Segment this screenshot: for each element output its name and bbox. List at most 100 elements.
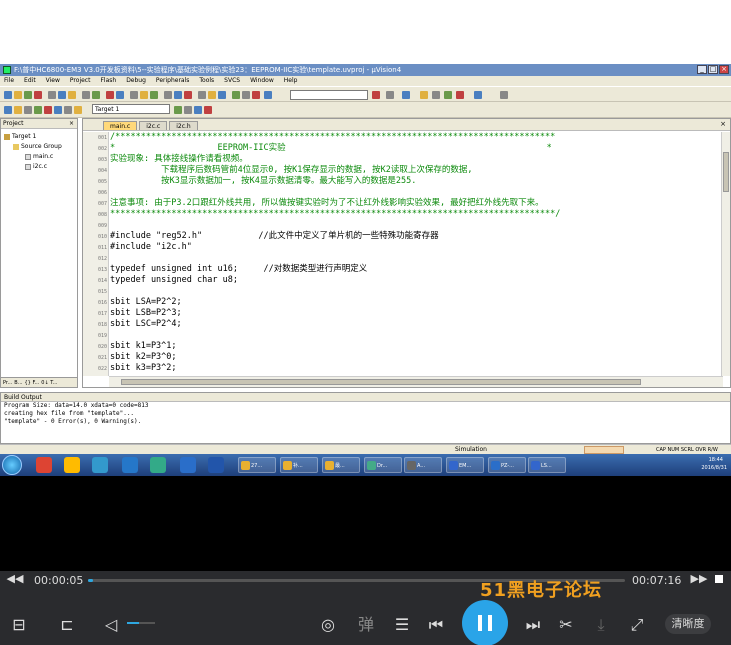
build-toolbar-icon[interactable] (204, 106, 212, 114)
settings-sliders-icon[interactable]: ☰ (391, 614, 413, 636)
toolbox-icon[interactable]: ⊟ (8, 614, 30, 636)
toolbar-icon[interactable] (68, 91, 76, 99)
rewind-icon[interactable]: ◀◀ (4, 568, 26, 590)
tree-file-i2c[interactable]: i2c.c (25, 163, 47, 171)
menu-item[interactable]: Flash (100, 76, 116, 86)
code-line[interactable]: 实验现象: 具体接线操作请看视频。 (110, 154, 248, 165)
build-toolbar-icon[interactable] (14, 106, 22, 114)
build-toolbar-icon[interactable] (74, 106, 82, 114)
toolbar-icon[interactable] (82, 91, 90, 99)
menu-item[interactable]: File (4, 76, 14, 86)
taskbar-window-button[interactable]: A... (404, 457, 442, 473)
quality-button[interactable]: 清晰度 (665, 614, 711, 634)
menu-item[interactable]: SVCS (224, 76, 240, 86)
toolbar-icon[interactable] (92, 91, 100, 99)
code-line[interactable]: sbit k3=P3^2; (110, 363, 177, 374)
start-button[interactable] (2, 455, 22, 475)
build-toolbar-icon[interactable] (54, 106, 62, 114)
taskbar-window-button[interactable]: PZ-... (488, 457, 526, 473)
tab-templates[interactable]: 0↓ T... (41, 378, 57, 387)
volume-icon[interactable]: ◁ (100, 614, 122, 636)
menu-item[interactable]: Debug (126, 76, 146, 86)
fullscreen-icon[interactable]: ⤢ (626, 614, 648, 636)
taskbar-window-button[interactable]: 最... (322, 457, 360, 473)
tab-i2c-h[interactable]: i2c.h (169, 121, 198, 130)
scroll-thumb[interactable] (121, 379, 641, 385)
pinned-app-icon[interactable] (92, 457, 108, 473)
code-line[interactable]: sbit LSC=P2^4; (110, 319, 182, 330)
menu-item[interactable]: View (46, 76, 60, 86)
toolbar-icon[interactable] (232, 91, 240, 99)
maximize-button[interactable]: □ (708, 65, 718, 74)
toolbar-icon[interactable] (500, 91, 508, 99)
vertical-scrollbar[interactable] (721, 132, 730, 376)
toolbar-icon[interactable] (198, 91, 206, 99)
scroll-thumb[interactable] (723, 152, 729, 192)
find-combobox[interactable] (290, 90, 368, 100)
build-toolbar-icon[interactable] (184, 106, 192, 114)
code-line[interactable]: sbit k1=P3^1; (110, 341, 177, 352)
menu-item[interactable]: Edit (24, 76, 36, 86)
build-toolbar-icon[interactable] (174, 106, 182, 114)
tab-i2c-c[interactable]: i2c.c (139, 121, 168, 130)
toolbar-icon[interactable] (130, 91, 138, 99)
code-line[interactable]: sbit LSA=P2^2; (110, 297, 182, 308)
toolbar-icon[interactable] (14, 91, 22, 99)
taskbar-window-button[interactable]: 补... (280, 457, 318, 473)
toolbar-icon[interactable] (218, 91, 226, 99)
code-line[interactable]: sbit LSB=P2^3; (110, 308, 182, 319)
tab-functions[interactable]: {} F... (25, 378, 40, 387)
ime-indicator[interactable] (584, 446, 624, 454)
toolbar-icon[interactable] (208, 91, 216, 99)
tab-books[interactable]: B... (14, 378, 22, 387)
close-button[interactable]: × (719, 65, 729, 74)
menu-item[interactable]: Project (70, 76, 91, 86)
code-line[interactable]: typedef unsigned int u16; //对数据类型进行声明定义 (110, 264, 367, 275)
download-icon[interactable]: ⤓ (590, 614, 612, 636)
toolbar-icon[interactable] (420, 91, 428, 99)
danmaku-button[interactable]: 弹 (355, 614, 377, 636)
close-icon[interactable]: × (720, 120, 726, 128)
toolbar-icon[interactable] (444, 91, 452, 99)
code-line[interactable]: #include "reg52.h" //此文件中定义了单片机的一些特殊功能寄存… (110, 231, 439, 242)
code-line[interactable]: 下载程序后数码管前4位显示0, 按K1保存显示的数据, 按K2读取上次保存的数据… (110, 165, 472, 176)
pause-button[interactable] (462, 600, 508, 645)
toolbar-icon[interactable] (4, 91, 12, 99)
toolbar-icon[interactable] (116, 91, 124, 99)
code-line[interactable]: 按K3显示数据加一, 按K4显示数据清零。最大能写入的数据是255. (110, 176, 416, 187)
build-toolbar-icon[interactable] (34, 106, 42, 114)
toolbar-icon[interactable] (242, 91, 250, 99)
tree-file-main[interactable]: main.c (25, 153, 53, 161)
close-icon[interactable]: × (69, 119, 74, 129)
menu-item[interactable]: Tools (199, 76, 214, 86)
volume-slider[interactable] (127, 622, 155, 624)
pinned-app-icon[interactable] (36, 457, 52, 473)
toolbar-icon[interactable] (106, 91, 114, 99)
toolbar-icon[interactable] (432, 91, 440, 99)
toolbar-icon[interactable] (386, 91, 394, 99)
code-line[interactable]: sbit k2=P3^0; (110, 352, 177, 363)
toolbar-icon[interactable] (174, 91, 182, 99)
pinned-app-icon[interactable] (122, 457, 138, 473)
code-area[interactable]: /***************************************… (110, 132, 722, 376)
previous-icon[interactable]: ⏮ (425, 614, 447, 636)
toolbar-icon[interactable] (456, 91, 464, 99)
pinned-app-icon[interactable] (180, 457, 196, 473)
toolbar-icon[interactable] (164, 91, 172, 99)
toolbar-icon[interactable] (34, 91, 42, 99)
taskbar-window-button[interactable]: Dr... (364, 457, 402, 473)
toolbar-icon[interactable] (184, 91, 192, 99)
menu-item[interactable]: Peripherals (156, 76, 189, 86)
code-line[interactable]: /***************************************… (110, 132, 555, 143)
code-line[interactable]: ****************************************… (110, 209, 560, 220)
stop-icon[interactable] (715, 575, 723, 583)
tree-source-group[interactable]: Source Group (13, 143, 62, 151)
code-line[interactable]: 注意事项: 由于P3.2口跟红外线共用, 所以做按键实验时为了不让红外线影响实验… (110, 198, 544, 209)
toolbar-icon[interactable] (372, 91, 380, 99)
menu-item[interactable]: Help (284, 76, 298, 86)
pinned-app-icon[interactable] (64, 457, 80, 473)
tab-project[interactable]: Pr... (3, 378, 12, 387)
toolbar-icon[interactable] (402, 91, 410, 99)
horizontal-scrollbar[interactable] (109, 376, 723, 387)
toolbar-icon[interactable] (24, 91, 32, 99)
